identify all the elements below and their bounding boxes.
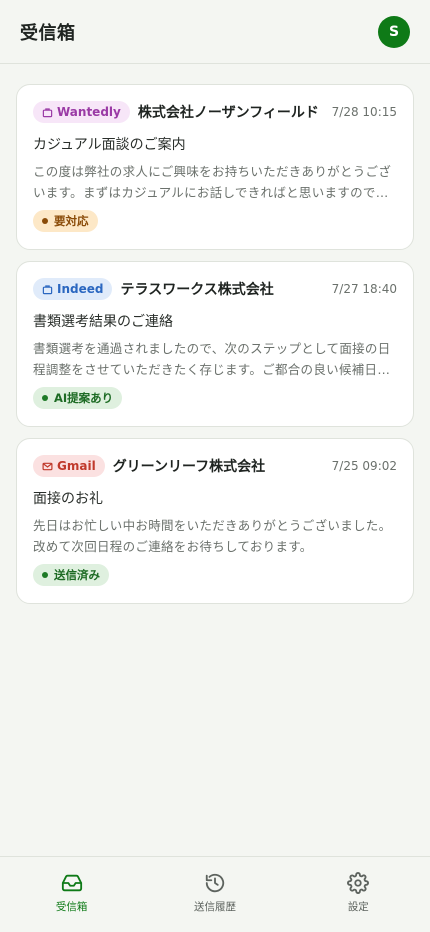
message-card[interactable]: Gmail グリーンリーフ株式会社 7/25 09:02 面接のお礼 先日はお忙… [16, 438, 414, 604]
inbox-icon [61, 874, 82, 892]
page-title: 受信箱 [20, 22, 76, 44]
message-card-header: Wantedly 株式会社ノーザンフィールド 7/28 10:15 [33, 101, 397, 123]
status-label: AI提案あり [54, 391, 114, 405]
briefcase-icon [42, 284, 53, 294]
company-name: テラスワークス株式会社 [120, 282, 274, 298]
message-card[interactable]: Wantedly 株式会社ノーザンフィールド 7/28 10:15 カジュアル面… [16, 84, 414, 250]
nav-label: 送信履歴 [193, 901, 236, 913]
message-card-header: Gmail グリーンリーフ株式会社 7/25 09:02 [33, 455, 397, 477]
message-timestamp: 7/27 18:40 [331, 282, 397, 296]
message-subject: カジュアル面談のご案内 [33, 137, 186, 153]
message-timestamp: 7/25 09:02 [331, 459, 397, 473]
source-badge-gmail: Gmail [33, 455, 105, 477]
nav-item-history[interactable]: 送信履歴 [143, 857, 286, 932]
status-dot-icon [42, 218, 48, 224]
nav-item-settings[interactable]: 設定 [287, 857, 430, 932]
mail-icon [42, 462, 53, 470]
nav-label: 設定 [347, 901, 369, 913]
message-card-sender: Gmail グリーンリーフ株式会社 [33, 455, 265, 477]
status-badge: 要対応 [33, 210, 98, 232]
status-label: 要対応 [54, 214, 89, 228]
message-card-sender: Indeed テラスワークス株式会社 [33, 278, 274, 300]
status-badge: 送信済み [33, 564, 109, 586]
message-subject: 面接のお礼 [33, 491, 103, 507]
app-header: 受信箱 S [0, 0, 430, 64]
message-subject: 書類選考結果のご連絡 [33, 314, 173, 330]
briefcase-icon [42, 107, 53, 117]
message-card-sender: Wantedly 株式会社ノーザンフィールド [33, 101, 319, 123]
message-preview: この度は弊社の求人にご興味をお持ちいただきありがとうございます。まずはカジュアル… [33, 164, 392, 200]
company-name: 株式会社ノーザンフィールド [137, 105, 319, 121]
avatar[interactable]: S [378, 15, 410, 48]
message-preview: 書類選考を通過されましたので、次のステップとして面接の日程調整をさせていただきた… [33, 341, 391, 377]
message-list: Wantedly 株式会社ノーザンフィールド 7/28 10:15 カジュアル面… [0, 64, 430, 604]
status-dot-icon [42, 572, 48, 578]
message-preview: 先日はお忙しい中お時間をいただきありがとうございました。改めて次回日程のご連絡を… [33, 518, 392, 554]
nav-label: 受信箱 [55, 901, 88, 913]
message-card-header: Indeed テラスワークス株式会社 7/27 18:40 [33, 278, 397, 300]
source-badge-wantedly: Wantedly [33, 101, 130, 123]
company-name: グリーンリーフ株式会社 [112, 459, 266, 475]
gear-icon [347, 872, 370, 894]
source-badge-indeed: Indeed [33, 278, 113, 300]
message-card[interactable]: Indeed テラスワークス株式会社 7/27 18:40 書類選考結果のご連絡… [16, 261, 414, 427]
message-timestamp: 7/28 10:15 [331, 105, 397, 119]
status-badge: AI提案あり [33, 387, 123, 409]
app-root: 受信箱 S Wantedly 株式会社ノーザンフィールド 7/28 10:15 [0, 0, 430, 932]
status-label: 送信済み [54, 568, 100, 582]
source-label: Wantedly [57, 105, 121, 119]
bottom-nav: 受信箱 送信履歴 設定 [0, 856, 430, 932]
source-label: Gmail [57, 459, 96, 473]
status-dot-icon [42, 395, 48, 401]
source-label: Indeed [57, 282, 104, 296]
nav-item-inbox[interactable]: 受信箱 [0, 857, 143, 932]
history-icon [205, 873, 225, 893]
